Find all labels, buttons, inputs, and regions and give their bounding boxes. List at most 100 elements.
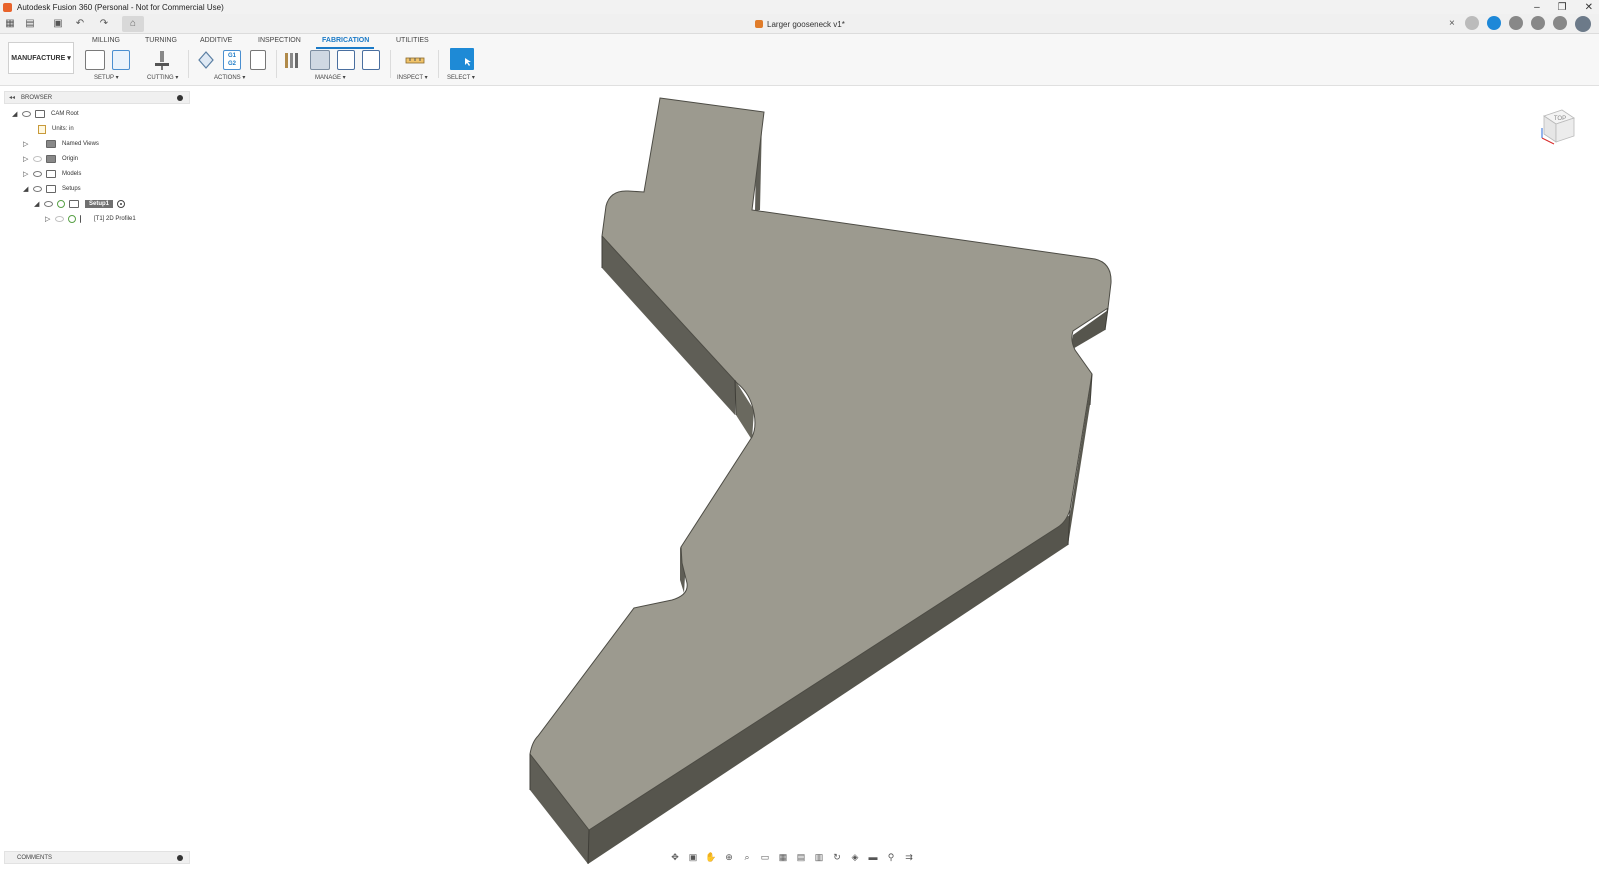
tree-node-units[interactable]: Units: in bbox=[38, 123, 74, 135]
tab-additive[interactable]: ADDITIVE bbox=[200, 37, 232, 44]
close-window-button[interactable]: ✕ bbox=[1585, 2, 1593, 13]
actions-group-label[interactable]: ACTIONS ▾ bbox=[214, 74, 245, 81]
tab-milling[interactable]: MILLING bbox=[92, 37, 120, 44]
tab-utilities[interactable]: UTILITIES bbox=[396, 37, 429, 44]
zoom-icon[interactable]: ⊕ bbox=[722, 852, 736, 862]
display-settings-icon[interactable]: ▭ bbox=[758, 852, 772, 862]
workspace-switcher[interactable]: MANUFACTURE ▾ bbox=[8, 42, 74, 74]
grid-snaps-icon[interactable]: ▦ bbox=[776, 852, 790, 862]
redo-icon[interactable]: ↷ bbox=[98, 18, 110, 30]
cam-root-icon bbox=[35, 110, 45, 118]
tree-node-models[interactable]: ▷ Models bbox=[23, 168, 81, 180]
tree-node-2d-profile[interactable]: ▷ [T1] 2D Profile1 bbox=[45, 213, 136, 225]
visibility-eye-icon[interactable] bbox=[44, 201, 53, 207]
tree-node-setups[interactable]: ◢ Setups bbox=[23, 183, 81, 195]
notifications-icon[interactable] bbox=[1531, 16, 1545, 30]
tab-turning[interactable]: TURNING bbox=[145, 37, 177, 44]
document-settings-icon bbox=[38, 124, 46, 134]
window-title: Autodesk Fusion 360 (Personal - Not for … bbox=[17, 2, 224, 12]
tree-label: Setups bbox=[62, 186, 81, 192]
collapse-triangle-icon[interactable]: ◢ bbox=[34, 200, 44, 208]
filter-icon[interactable]: ⚲ bbox=[884, 852, 898, 862]
tab-fabrication[interactable]: FABRICATION bbox=[322, 37, 369, 44]
browser-panel-header[interactable]: ◂◂ BROWSER bbox=[4, 91, 190, 104]
visibility-eye-icon[interactable] bbox=[33, 171, 42, 177]
expand-triangle-icon[interactable]: ▷ bbox=[45, 215, 55, 223]
tree-label: Origin bbox=[62, 156, 79, 162]
open-folder-icon[interactable] bbox=[85, 50, 105, 70]
post-process-icon[interactable]: G1 G2 bbox=[223, 50, 241, 70]
environment-icon[interactable]: ▬ bbox=[866, 852, 880, 862]
visibility-eye-icon[interactable] bbox=[55, 216, 64, 222]
visual-style-icon[interactable]: ◈ bbox=[848, 852, 862, 862]
collapse-triangle-icon[interactable]: ◢ bbox=[23, 185, 33, 193]
job-status-icon[interactable] bbox=[1509, 16, 1523, 30]
folder-icon bbox=[46, 155, 56, 163]
visibility-eye-icon[interactable] bbox=[22, 111, 31, 117]
tree-label: [T1] 2D Profile1 bbox=[94, 216, 136, 222]
tree-node-cam-root[interactable]: ◢ CAM Root bbox=[12, 108, 79, 120]
gooseneck-part-top-face[interactable] bbox=[529, 97, 1112, 831]
select-tool-button[interactable] bbox=[450, 48, 474, 70]
tab-inspection[interactable]: INSPECTION bbox=[258, 37, 301, 44]
setup-sheet-doc-icon[interactable] bbox=[250, 50, 266, 70]
collapse-triangle-icon[interactable]: ◢ bbox=[12, 110, 22, 118]
fusion-logo-icon bbox=[3, 2, 12, 12]
setup-group-label[interactable]: SETUP ▾ bbox=[94, 74, 119, 81]
undo-icon[interactable]: ↶ bbox=[74, 18, 86, 30]
pin-icon[interactable] bbox=[177, 95, 183, 101]
viewcube[interactable]: TOP bbox=[1538, 106, 1578, 146]
viewports-icon[interactable]: ▤ bbox=[794, 852, 808, 862]
minimize-button[interactable]: – bbox=[1534, 2, 1540, 13]
expand-triangle-icon[interactable]: ▷ bbox=[23, 155, 33, 163]
file-menu-icon[interactable]: ▤ bbox=[24, 18, 36, 30]
post-library-icon[interactable] bbox=[337, 50, 355, 70]
fit-icon[interactable]: ⌕ bbox=[740, 852, 754, 862]
refresh-icon[interactable]: ↻ bbox=[830, 852, 844, 862]
close-document-button[interactable]: × bbox=[1449, 18, 1455, 29]
machine-library-icon[interactable] bbox=[310, 50, 330, 70]
new-tab-icon[interactable] bbox=[1465, 16, 1479, 30]
viewport-canvas[interactable] bbox=[0, 86, 1599, 870]
measure-icon[interactable] bbox=[405, 50, 425, 70]
simulate-icon[interactable] bbox=[197, 50, 215, 70]
select-group-label[interactable]: SELECT ▾ bbox=[447, 74, 475, 81]
apps-grid-icon[interactable]: ▦ bbox=[4, 18, 16, 30]
manage-group-label[interactable]: MANAGE ▾ bbox=[315, 74, 346, 81]
template-library-icon[interactable] bbox=[362, 50, 380, 70]
inspect-group-label[interactable]: INSPECT ▾ bbox=[397, 74, 428, 81]
pin-icon[interactable] bbox=[177, 855, 183, 861]
visibility-eye-icon[interactable] bbox=[33, 186, 42, 192]
title-bar: Autodesk Fusion 360 (Personal - Not for … bbox=[0, 0, 1599, 14]
save-icon[interactable]: ▣ bbox=[52, 18, 64, 30]
viewcube-face-label: TOP bbox=[1554, 116, 1566, 122]
tree-label: Models bbox=[62, 171, 82, 177]
pan-icon[interactable]: ✋ bbox=[704, 852, 718, 862]
selection-filter-icon[interactable]: ⇉ bbox=[902, 852, 916, 862]
activate-target-icon[interactable] bbox=[117, 200, 126, 208]
cutting-tool-icon[interactable] bbox=[153, 50, 171, 70]
look-at-icon[interactable]: ▣ bbox=[686, 852, 700, 862]
extensions-icon[interactable] bbox=[1487, 16, 1501, 30]
home-button[interactable]: ⌂ bbox=[122, 16, 144, 32]
effects-icon[interactable]: ▥ bbox=[812, 852, 826, 862]
orbit-icon[interactable]: ✥ bbox=[668, 852, 682, 862]
help-icon[interactable] bbox=[1553, 16, 1567, 30]
tree-node-origin[interactable]: ▷ Origin bbox=[23, 153, 78, 165]
document-tab[interactable]: Larger gooseneck v1* bbox=[755, 18, 845, 30]
avatar[interactable] bbox=[1575, 16, 1591, 32]
tree-node-setup1[interactable]: ◢ Setup1 bbox=[34, 198, 126, 210]
tool-library-icon[interactable] bbox=[283, 50, 303, 70]
cutting-group-label[interactable]: CUTTING ▾ bbox=[147, 74, 178, 81]
visibility-eye-icon[interactable] bbox=[33, 156, 42, 162]
expand-triangle-icon[interactable]: ▷ bbox=[23, 170, 33, 178]
quick-access-toolbar: ▦ ▤ ▣ ↶ ↷ ⌂ Larger gooseneck v1* × bbox=[0, 14, 1599, 34]
right-toolbar-icons bbox=[1465, 16, 1591, 32]
restore-button[interactable]: ❐ bbox=[1558, 2, 1567, 13]
valid-check-icon bbox=[68, 215, 76, 223]
tree-node-named-views[interactable]: ▷ Named Views bbox=[23, 138, 99, 150]
setup-sheet-icon[interactable] bbox=[112, 50, 130, 70]
expand-triangle-icon[interactable]: ▷ bbox=[23, 140, 33, 148]
comments-panel[interactable]: COMMENTS bbox=[4, 851, 190, 864]
collapse-browser-icon[interactable]: ◂◂ bbox=[9, 94, 15, 101]
